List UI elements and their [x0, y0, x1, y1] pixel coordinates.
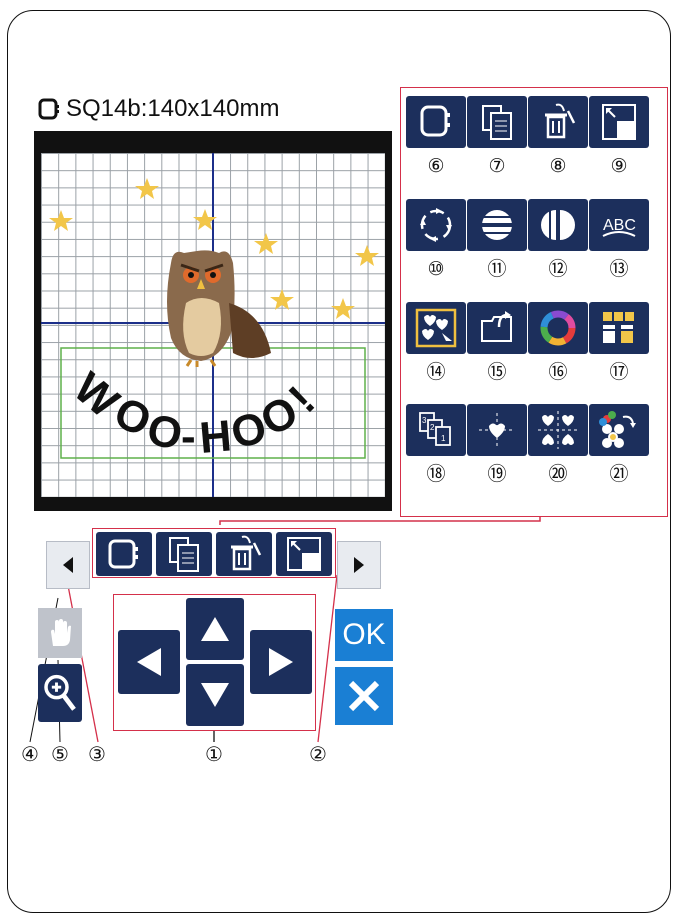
flip-vertical-icon [541, 210, 575, 240]
function-button-10[interactable] [406, 199, 466, 251]
ok-button[interactable]: OK [335, 609, 393, 661]
rotate-icon [420, 208, 452, 242]
function-button-8[interactable] [528, 96, 588, 148]
function-button-17[interactable] [589, 302, 649, 354]
function-number-label: ⑰ [609, 362, 629, 383]
function-number-label: ⑨ [610, 156, 628, 177]
arrow-left-icon [137, 648, 161, 676]
function-button-7[interactable] [467, 96, 527, 148]
function-number-label: ⑦ [488, 156, 506, 177]
arrow-right-icon [269, 648, 293, 676]
function-number-label: ⑬ [609, 259, 629, 280]
function-button-6[interactable] [406, 96, 466, 148]
arrow-up-icon [201, 617, 229, 641]
function-number-label: ⑭ [426, 362, 446, 383]
function-number-label: ⑪ [487, 259, 507, 280]
function-button-14[interactable] [406, 302, 466, 354]
function-number-label: ⑲ [487, 464, 507, 485]
color-grouping-icon [603, 312, 634, 343]
function-number-label: ⑫ [548, 259, 568, 280]
delete-icon [545, 103, 576, 139]
function-button-11[interactable] [467, 199, 527, 251]
function-button-18[interactable]: 321 [406, 404, 466, 456]
function-number-label: ⑯ [548, 362, 568, 383]
callout-4: ④ [21, 744, 39, 766]
hand-button[interactable] [38, 608, 82, 658]
arc-text-icon: ABC [602, 217, 636, 237]
move-left-button[interactable] [118, 630, 180, 694]
cancel-button[interactable] [335, 667, 393, 725]
move-right-button[interactable] [250, 630, 312, 694]
toolbar-delete-button[interactable] [216, 532, 272, 576]
delete-icon [231, 535, 262, 571]
function-button-13[interactable]: ABC [589, 199, 649, 251]
arrow-down-icon [201, 683, 229, 707]
resize-icon [287, 537, 321, 571]
color-wheel-icon [540, 310, 576, 346]
toolbar-copy-button[interactable] [156, 532, 212, 576]
function-button-19[interactable] [467, 404, 527, 456]
hoop-icon [420, 105, 450, 137]
close-icon [348, 680, 380, 712]
function-number-label: ⑩ [427, 259, 445, 280]
toolbar-hoop-button[interactable] [96, 532, 152, 576]
function-button-15[interactable] [467, 302, 527, 354]
copy-icon [482, 105, 512, 140]
function-button-16[interactable] [528, 302, 588, 354]
toolbar-resize-button[interactable] [276, 532, 332, 576]
color-change-icon [599, 411, 636, 448]
hand-icon [51, 619, 71, 646]
zoom-button[interactable] [38, 664, 82, 722]
svg-text:1: 1 [441, 434, 446, 443]
callout-3: ③ [88, 744, 106, 766]
function-number-label: ⑥ [427, 156, 445, 177]
function-number-label: ⑮ [487, 362, 507, 383]
triangle-left-icon [63, 557, 73, 573]
zoom-in-icon [44, 674, 76, 711]
move-down-button[interactable] [186, 664, 244, 726]
hoop-icon [108, 539, 138, 569]
next-page-button[interactable] [337, 541, 381, 589]
open-folder-icon [481, 311, 512, 342]
callout-1: ① [205, 744, 223, 766]
callout-2: ② [309, 744, 327, 766]
function-number-label: ㉑ [609, 464, 629, 485]
function-button-12[interactable] [528, 199, 588, 251]
flip-horizontal-icon [482, 210, 512, 240]
svg-text:2: 2 [430, 423, 435, 432]
group-icon [415, 308, 457, 348]
function-number-label: ⑳ [548, 464, 568, 485]
corner-layout-icon [538, 411, 578, 449]
previous-page-button[interactable] [46, 541, 90, 589]
function-number-label: ⑱ [426, 464, 446, 485]
function-button-9[interactable] [589, 96, 649, 148]
function-button-20[interactable] [528, 404, 588, 456]
function-number-label: ⑧ [549, 156, 567, 177]
resize-icon [602, 104, 636, 140]
svg-text:3: 3 [422, 416, 427, 425]
function-button-21[interactable] [589, 404, 649, 456]
callout-5: ⑤ [51, 744, 69, 766]
copy-icon [169, 537, 199, 572]
sewing-order-icon: 321 [419, 412, 451, 446]
move-up-button[interactable] [186, 598, 244, 660]
center-icon [479, 413, 515, 447]
triangle-right-icon [354, 557, 364, 573]
